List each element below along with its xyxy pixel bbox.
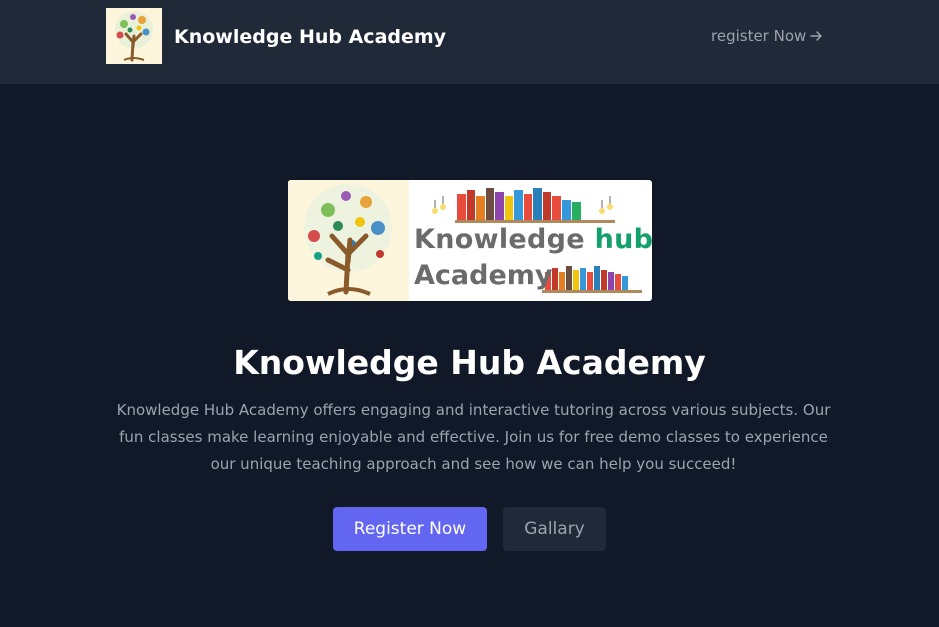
banner-logo-text-line2: Academy <box>414 260 553 291</box>
arrow-right-icon <box>810 27 823 47</box>
register-now-link[interactable]: register Now <box>711 26 823 47</box>
gallery-button[interactable]: Gallary <box>503 507 606 551</box>
banner-logo-word-hub: hub <box>594 224 652 255</box>
page-title: Knowledge Hub Academy <box>233 343 706 382</box>
banner-logo-text-line1: Knowledge hub <box>414 224 652 256</box>
top-navbar: Knowledge Hub Academy register Now <box>0 0 939 84</box>
tree-logo-icon <box>106 8 162 64</box>
academy-banner-image: Knowledge hub Academy <box>288 180 652 301</box>
tree-illustration-icon <box>288 180 409 301</box>
brand-logo[interactable] <box>106 8 162 64</box>
banner-logo-word-knowledge: Knowledge <box>414 224 585 255</box>
hero-description: Knowledge Hub Academy offers engaging an… <box>116 401 831 473</box>
register-now-link-label: register Now <box>711 27 807 45</box>
banner-tree-illustration <box>288 180 409 301</box>
register-now-button[interactable]: Register Now <box>333 507 487 551</box>
brand-title[interactable]: Knowledge Hub Academy <box>174 24 446 50</box>
